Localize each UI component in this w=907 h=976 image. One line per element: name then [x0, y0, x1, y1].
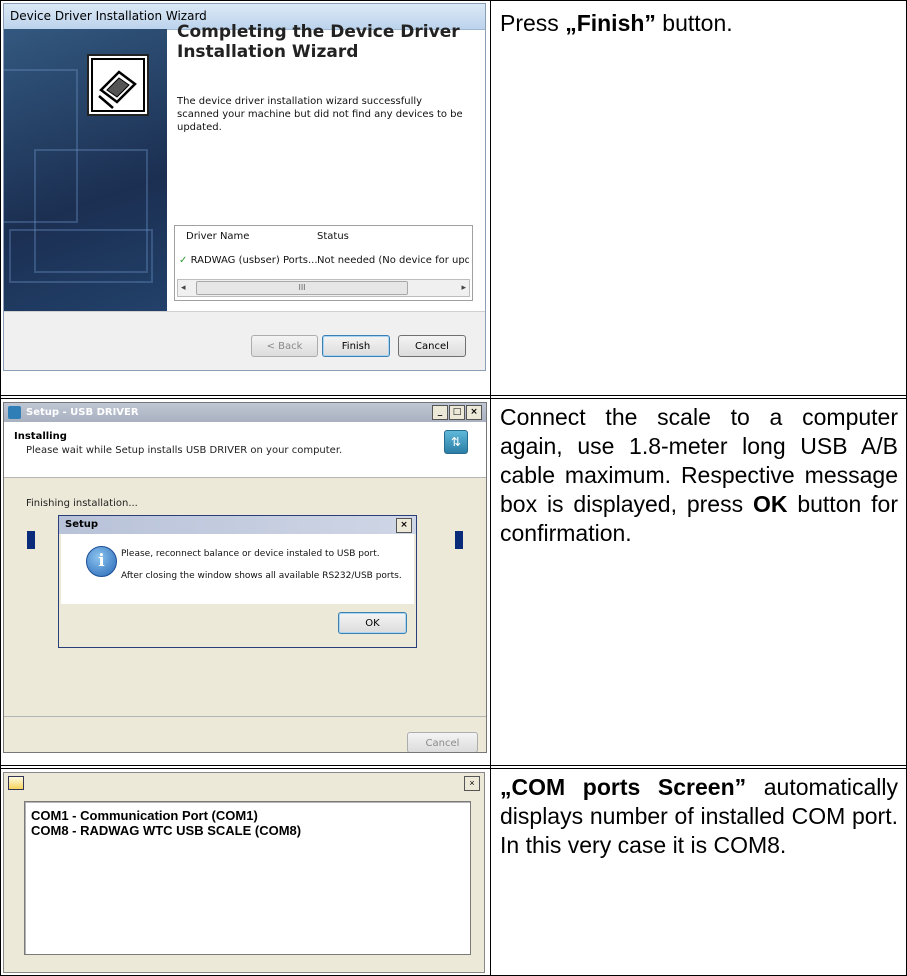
reconnect-message-box: Setup × i Please, reconnect balance or d… [58, 515, 417, 648]
com-port-list[interactable]: COM1 - Communication Port (COM1) COM8 - … [24, 801, 471, 955]
setup-title-bar: Setup - USB DRIVER _ □ × [4, 403, 486, 422]
status-cell: Not needed (No device for updat [317, 255, 469, 266]
row-divider [0, 765, 907, 766]
cancel-button[interactable]: Cancel [398, 335, 466, 357]
checkmark-icon: ✓ [179, 255, 188, 266]
driver-name-cell: RADWAG (usbser) Ports... [190, 255, 318, 266]
list-item[interactable]: COM1 - Communication Port (COM1) [31, 808, 464, 823]
com-title-bar: × [4, 773, 484, 793]
column-divider [490, 0, 491, 976]
step-description-3: „COM ports Screen” automatically display… [500, 773, 898, 860]
com-ports-window: × COM1 - Communication Port (COM1) COM8 … [3, 772, 485, 973]
info-icon: i [86, 546, 117, 577]
message-box-body: i Please, reconnect balance or device in… [61, 534, 414, 604]
row-divider [0, 395, 907, 396]
setup-cancel-button[interactable]: Cancel [407, 732, 478, 752]
wizard-side-banner [4, 29, 167, 311]
driver-install-icon [87, 54, 149, 116]
column-header-status[interactable]: Status [317, 226, 349, 248]
message-box-title: Setup [65, 519, 99, 530]
column-header-driver[interactable]: Driver Name [186, 226, 249, 248]
close-icon[interactable]: × [464, 776, 480, 791]
setup-header: Installing Please wait while Setup insta… [4, 422, 486, 478]
setup-subheading: Please wait while Setup installs USB DRI… [26, 445, 343, 456]
ok-button[interactable]: OK [338, 612, 407, 634]
minimize-icon[interactable]: _ [432, 405, 448, 420]
driver-status-table: Driver Name Status ✓ RADWAG (usbser) Por… [174, 225, 473, 301]
setup-status-text: Finishing installation... [26, 498, 138, 509]
desc3-part-bold: „COM ports Screen” [500, 774, 747, 800]
close-icon[interactable]: × [466, 405, 482, 420]
progress-fill [27, 531, 35, 549]
maximize-icon[interactable]: □ [449, 405, 465, 420]
setup-heading: Installing [14, 431, 67, 442]
wizard-button-bar: < Back Finish Cancel [4, 311, 485, 370]
desc1-part-bold: „Finish” [565, 10, 656, 36]
app-icon [8, 776, 24, 790]
back-button[interactable]: < Back [251, 335, 318, 357]
wizard-body-text: The device driver installation wizard su… [177, 96, 463, 133]
wizard-heading: Completing the Device Driver Installatio… [177, 22, 460, 62]
row-divider [0, 398, 907, 399]
message-line-1: Please, reconnect balance or device inst… [121, 549, 380, 559]
banner-decor [9, 229, 153, 283]
progress-fill [455, 531, 463, 549]
usb-installer-icon: ⇅ [444, 430, 468, 454]
step-description-1: Press „Finish” button. [500, 9, 898, 38]
finish-button[interactable]: Finish [322, 335, 390, 357]
list-item[interactable]: COM8 - RADWAG WTC USB SCALE (COM8) [31, 823, 464, 838]
horizontal-scrollbar[interactable]: ◂ III ▸ [177, 279, 470, 297]
row-divider [0, 768, 907, 769]
close-icon[interactable]: × [396, 518, 412, 533]
desc1-part: button. [655, 10, 733, 36]
footer-divider [4, 716, 486, 717]
scroll-right-icon[interactable]: ▸ [461, 280, 466, 296]
scroll-left-icon[interactable]: ◂ [181, 280, 186, 296]
setup-title-text: Setup - USB DRIVER [26, 407, 139, 418]
step-description-2: Connect the scale to a computer again, u… [500, 403, 898, 548]
desc2-part-bold: OK [752, 491, 788, 517]
message-box-title-bar: Setup × [59, 516, 416, 534]
desc1-part: Press [500, 10, 566, 36]
message-line-2: After closing the window shows all avail… [121, 571, 402, 581]
setup-app-icon [8, 406, 21, 419]
wizard-window: Device Driver Installation Wizard Comple… [3, 3, 486, 371]
scroll-thumb[interactable]: III [196, 281, 408, 295]
table-row[interactable]: ✓ RADWAG (usbser) Ports... Not needed (N… [179, 250, 469, 272]
